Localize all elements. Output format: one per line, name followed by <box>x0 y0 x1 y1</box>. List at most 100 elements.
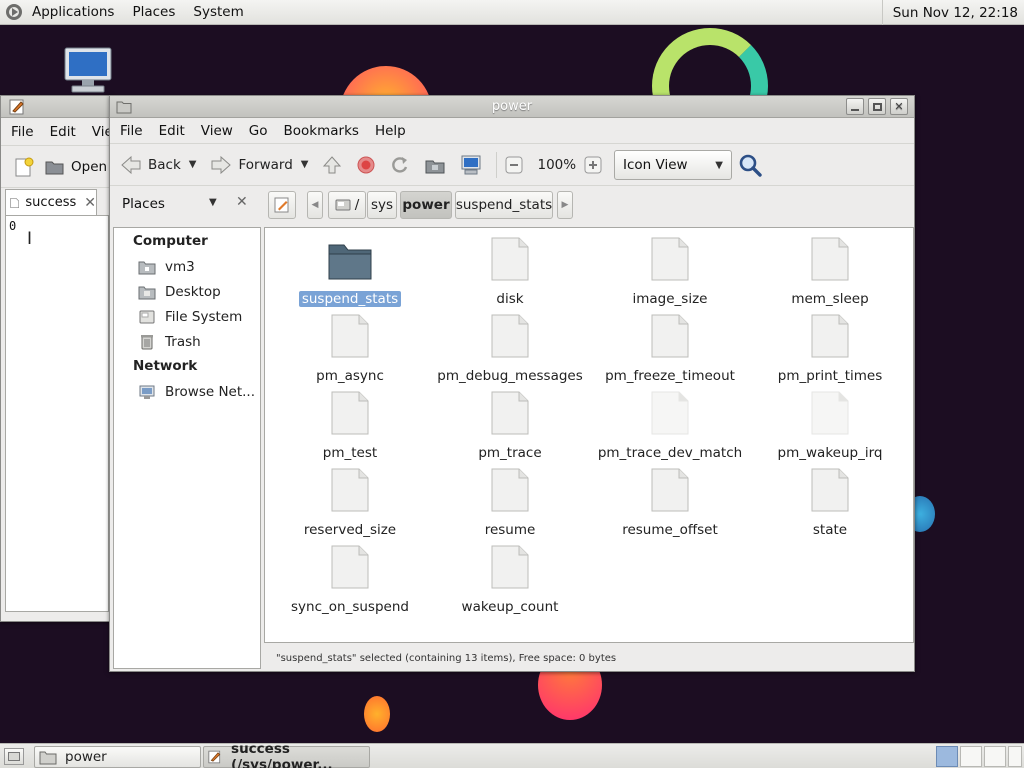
clock[interactable]: Sun Nov 12, 22:18 <box>881 0 1024 25</box>
menu-edit[interactable]: Edit <box>151 123 193 139</box>
taskbar-item-label: power <box>65 749 107 765</box>
open-button-label: Open <box>71 158 108 175</box>
stop-button[interactable] <box>352 149 386 181</box>
breadcrumb-scroll-left[interactable]: ◀ <box>307 191 323 219</box>
file-item[interactable]: pm_wakeup_irq <box>750 391 910 461</box>
workspace-switcher-2[interactable] <box>960 746 982 767</box>
applications-menu[interactable]: Applications <box>0 0 123 25</box>
file-item[interactable]: pm_async <box>270 314 430 384</box>
breadcrumb-scroll-right[interactable]: ▶ <box>557 191 573 219</box>
menu-bookmarks[interactable]: Bookmarks <box>276 123 367 139</box>
file-item-label: sync_on_suspend <box>291 599 409 615</box>
file-item[interactable]: resume_offset <box>590 468 750 538</box>
file-item[interactable]: pm_freeze_timeout <box>590 314 750 384</box>
sidebar-item-label: Browse Net... <box>165 384 256 400</box>
menu-file[interactable]: File <box>112 123 151 139</box>
menu-view[interactable]: View <box>193 123 241 139</box>
file-item[interactable]: state <box>750 468 910 538</box>
file-item[interactable]: image_size <box>590 237 750 307</box>
toggle-location-entry-button[interactable] <box>268 191 296 219</box>
workspace-switcher-3[interactable] <box>984 746 1006 767</box>
menu-help[interactable]: Help <box>367 123 414 139</box>
file-item[interactable]: mem_sleep <box>750 237 910 307</box>
menu-go[interactable]: Go <box>241 123 276 139</box>
home-button[interactable] <box>420 149 456 181</box>
chevron-down-icon: ▼ <box>715 159 723 171</box>
file-icon <box>651 391 689 435</box>
folder-icon <box>328 244 372 280</box>
zoom-out-button[interactable] <box>501 149 533 181</box>
document-icon <box>10 197 20 208</box>
file-item[interactable]: pm_debug_messages <box>430 314 590 384</box>
new-document-icon[interactable] <box>13 156 35 178</box>
desktop-computer-icon[interactable] <box>62 46 114 96</box>
search-button[interactable] <box>738 153 764 181</box>
file-item[interactable]: reserved_size <box>270 468 430 538</box>
file-item[interactable]: wakeup_count <box>430 545 590 615</box>
file-icon <box>491 314 529 358</box>
forward-button[interactable]: Forward <box>206 149 296 181</box>
show-desktop-button[interactable] <box>4 748 24 765</box>
file-manager-titlebar[interactable]: power ✕ <box>110 96 914 118</box>
workspace-switcher-1[interactable] <box>936 746 958 767</box>
file-item-label: pm_trace_dev_match <box>597 445 743 461</box>
up-button[interactable] <box>318 149 352 181</box>
reload-button[interactable] <box>386 149 420 181</box>
text-editor-icon <box>9 99 24 114</box>
forward-history-dropdown[interactable]: ▼ <box>297 149 313 181</box>
open-button[interactable]: Open <box>45 158 107 176</box>
system-menu[interactable]: System <box>184 0 252 25</box>
file-item[interactable]: pm_trace <box>430 391 590 461</box>
breadcrumb-sys[interactable]: sys <box>367 191 397 219</box>
file-item-label: mem_sleep <box>791 291 869 307</box>
file-item[interactable]: suspend_stats <box>270 237 430 307</box>
taskbar-item-success[interactable]: success (/sys/power... <box>203 741 370 768</box>
stop-icon <box>357 156 375 173</box>
back-history-dropdown[interactable]: ▼ <box>185 149 201 181</box>
file-item[interactable]: resume <box>430 468 590 538</box>
editor-menu-file[interactable]: File <box>3 124 42 140</box>
sidebar-item-file-system[interactable]: File System <box>138 306 242 328</box>
close-sidebar-icon[interactable]: ✕ <box>236 194 248 210</box>
file-item[interactable]: pm_test <box>270 391 430 461</box>
editor-text-area[interactable]: 0 I <box>5 215 109 612</box>
minimize-button[interactable] <box>846 98 864 115</box>
breadcrumb-root-label: / <box>354 197 360 213</box>
places-dropdown-icon[interactable]: ▼ <box>209 197 217 208</box>
editor-titlebar[interactable] <box>1 96 111 118</box>
taskbar-item-power[interactable]: power <box>34 746 201 768</box>
places-menu[interactable]: Places <box>123 0 184 25</box>
sidebar-item-vm3[interactable]: vm3 <box>138 256 195 278</box>
zoom-level[interactable]: 100% <box>533 149 580 181</box>
workspace-switcher-4[interactable] <box>1008 746 1022 767</box>
sidebar-header-computer: Computer <box>133 233 208 249</box>
breadcrumb-suspend-stats[interactable]: suspend_stats <box>455 191 553 219</box>
editor-tab[interactable]: success ✕ <box>5 189 97 215</box>
sidebar-item-desktop[interactable]: Desktop <box>138 281 221 303</box>
file-item[interactable]: sync_on_suspend <box>270 545 430 615</box>
close-button[interactable]: ✕ <box>890 98 908 115</box>
maximize-button[interactable] <box>868 98 886 115</box>
computer-button[interactable] <box>456 149 492 181</box>
back-button[interactable]: Back <box>116 149 185 181</box>
home-folder-icon <box>138 261 156 275</box>
close-tab-icon[interactable]: ✕ <box>84 195 96 211</box>
file-icon-view[interactable]: suspend_stats disk image_size mem_sleep pm_a… <box>264 227 914 643</box>
file-icon <box>331 468 369 512</box>
file-item[interactable]: pm_trace_dev_match <box>590 391 750 461</box>
sidebar-item-trash[interactable]: Trash <box>138 331 201 353</box>
file-item[interactable]: disk <box>430 237 590 307</box>
view-mode-select[interactable]: Icon View ▼ <box>614 150 732 180</box>
chevron-left-icon: ◀ <box>311 200 319 210</box>
file-icon <box>331 314 369 358</box>
editor-menu-edit[interactable]: Edit <box>42 124 84 140</box>
breadcrumb-root[interactable]: / <box>328 191 366 219</box>
breadcrumb-power[interactable]: power <box>400 191 452 219</box>
sidebar-item-browse-network[interactable]: Browse Net... <box>138 381 255 403</box>
file-item[interactable]: pm_print_times <box>750 314 910 384</box>
zoom-in-button[interactable] <box>580 149 612 181</box>
file-icon <box>651 468 689 512</box>
breadcrumb-sys-label: sys <box>370 197 394 213</box>
trash-icon <box>141 335 153 350</box>
maximize-icon <box>872 102 882 111</box>
